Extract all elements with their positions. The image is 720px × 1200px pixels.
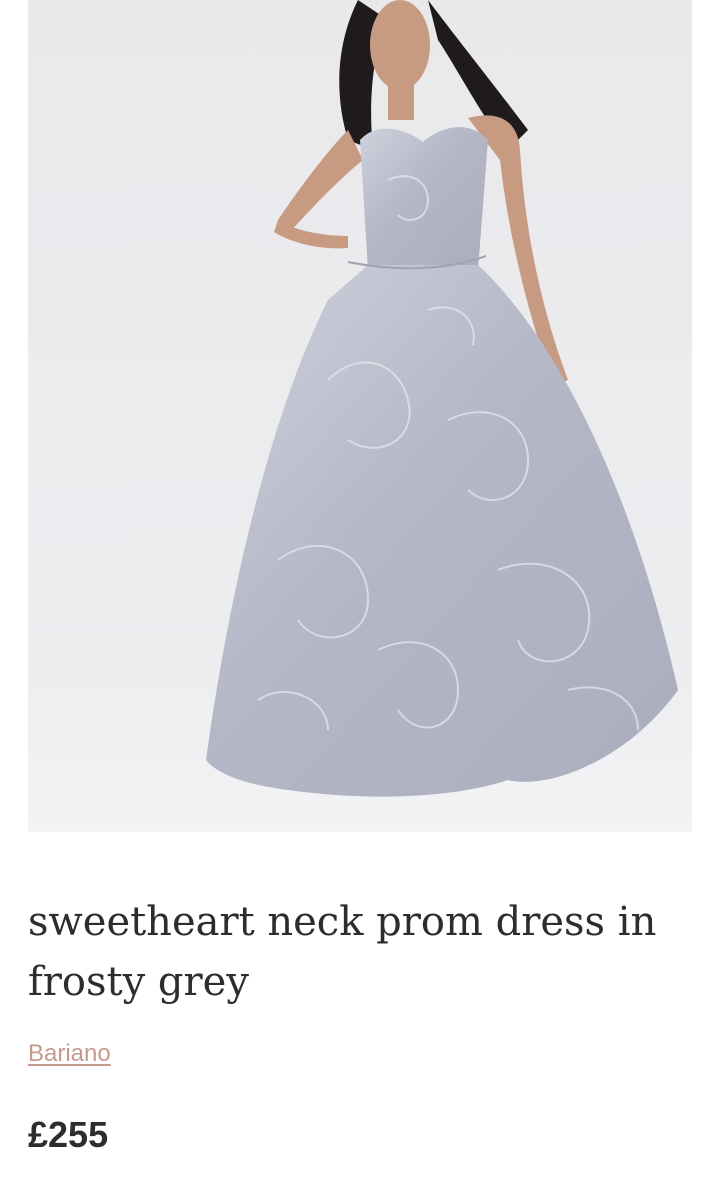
product-title: sweetheart neck prom dress in frosty gre… <box>28 899 657 1005</box>
product-price: £255 <box>28 1114 109 1155</box>
dress-photo-illustration <box>28 0 692 832</box>
brand-link[interactable]: Bariano <box>28 1040 111 1068</box>
product-image[interactable] <box>28 0 692 832</box>
